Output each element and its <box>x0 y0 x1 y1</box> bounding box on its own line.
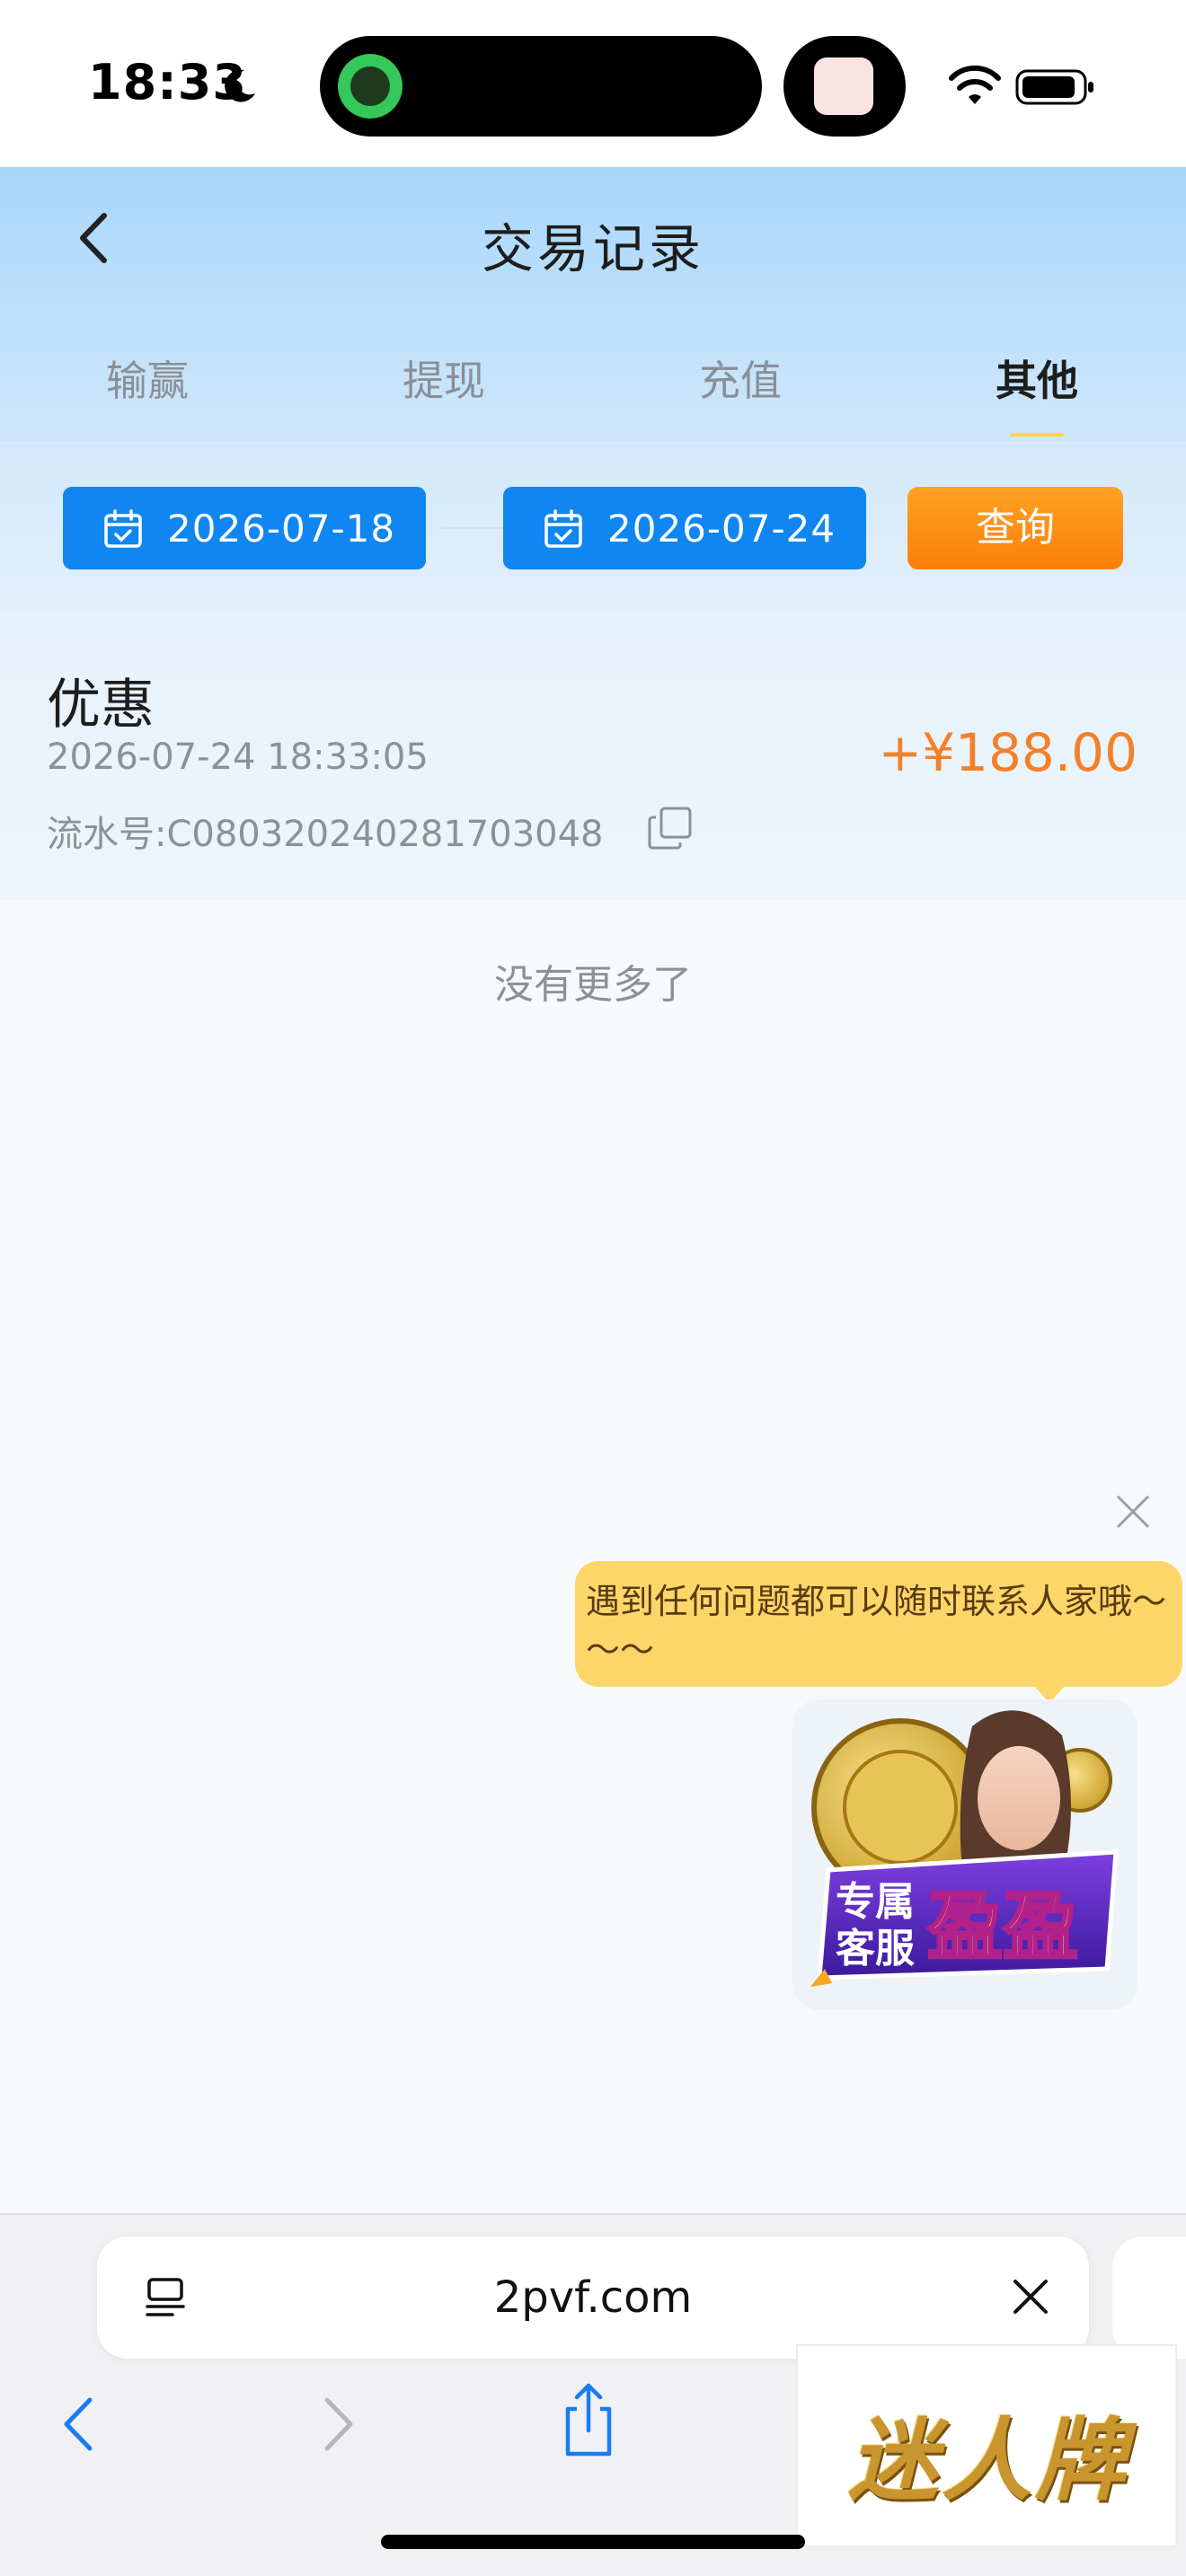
start-date-text: 2026-07-18 <box>167 507 396 551</box>
query-button[interactable]: 查询 <box>907 487 1123 569</box>
home-indicator <box>381 2535 805 2549</box>
no-more-text: 没有更多了 <box>494 962 692 1008</box>
service-message-bubble[interactable]: 遇到任何问题都可以随时联系人家哦～～～ <box>575 1561 1182 1687</box>
date-range-separator <box>442 527 503 529</box>
svg-text:客服: 客服 <box>836 1926 915 1972</box>
browser-forward-icon[interactable] <box>316 2393 361 2456</box>
camera-island <box>783 36 906 137</box>
wifi-icon <box>949 65 1001 104</box>
address-bar[interactable]: 2pvf.com <box>97 2236 1089 2359</box>
promo-logo-text: 迷人牌 <box>848 2407 1128 2513</box>
record-serial-number: 流水号:C08032024028170304​8 <box>47 814 604 855</box>
end-date-picker[interactable]: 2026-07-24 <box>503 487 866 569</box>
next-tab-peek[interactable] <box>1112 2236 1186 2359</box>
page-title: 交易记录 <box>481 218 704 279</box>
music-app-icon <box>338 54 403 119</box>
moon-icon <box>225 69 255 102</box>
tab-withdraw[interactable]: 提现 <box>354 348 534 408</box>
app-thumbnail-icon <box>814 57 873 115</box>
copy-icon[interactable] <box>645 803 695 853</box>
battery-icon <box>1015 69 1093 105</box>
header: 交易记录 <box>0 167 1186 309</box>
tab-bar: 输赢 提现 充值 其他 <box>0 309 1186 444</box>
close-icon[interactable] <box>1008 2274 1053 2319</box>
close-icon[interactable] <box>1111 1489 1155 1534</box>
date-filter: 2026-07-18 2026-07-24 查询 <box>0 444 1186 613</box>
share-icon[interactable] <box>557 2382 620 2459</box>
record-time: 2026-07-24 18:33:05 <box>47 737 429 778</box>
svg-text:专属: 专属 <box>836 1879 915 1925</box>
url-text: 2pvf.com <box>493 2272 693 2323</box>
calendar-icon <box>104 509 142 548</box>
transaction-record[interactable]: 优惠 2026-07-24 18:33:05 流水号:C080320240281… <box>0 613 1186 900</box>
record-amount: +¥188.00 <box>878 722 1137 783</box>
tab-other[interactable]: 其他 <box>947 348 1127 408</box>
record-type: 优惠 <box>47 674 155 737</box>
svg-text:盈盈: 盈盈 <box>927 1883 1078 1971</box>
browser-back-icon[interactable] <box>56 2393 101 2456</box>
customer-service-avatar[interactable]: 专属 客服 盈盈 <box>792 1699 1137 2010</box>
tab-active-indicator <box>1010 433 1064 437</box>
status-bar: 18:33 <box>0 0 1186 167</box>
promo-card[interactable]: 迷人牌 <box>796 2344 1177 2547</box>
tab-deposit[interactable]: 充值 <box>651 348 830 408</box>
tab-win-loss[interactable]: 输赢 <box>58 348 237 408</box>
calendar-icon <box>544 509 582 548</box>
start-date-picker[interactable]: 2026-07-18 <box>63 487 426 569</box>
dynamic-island <box>320 36 762 137</box>
end-date-text: 2026-07-24 <box>607 507 836 551</box>
